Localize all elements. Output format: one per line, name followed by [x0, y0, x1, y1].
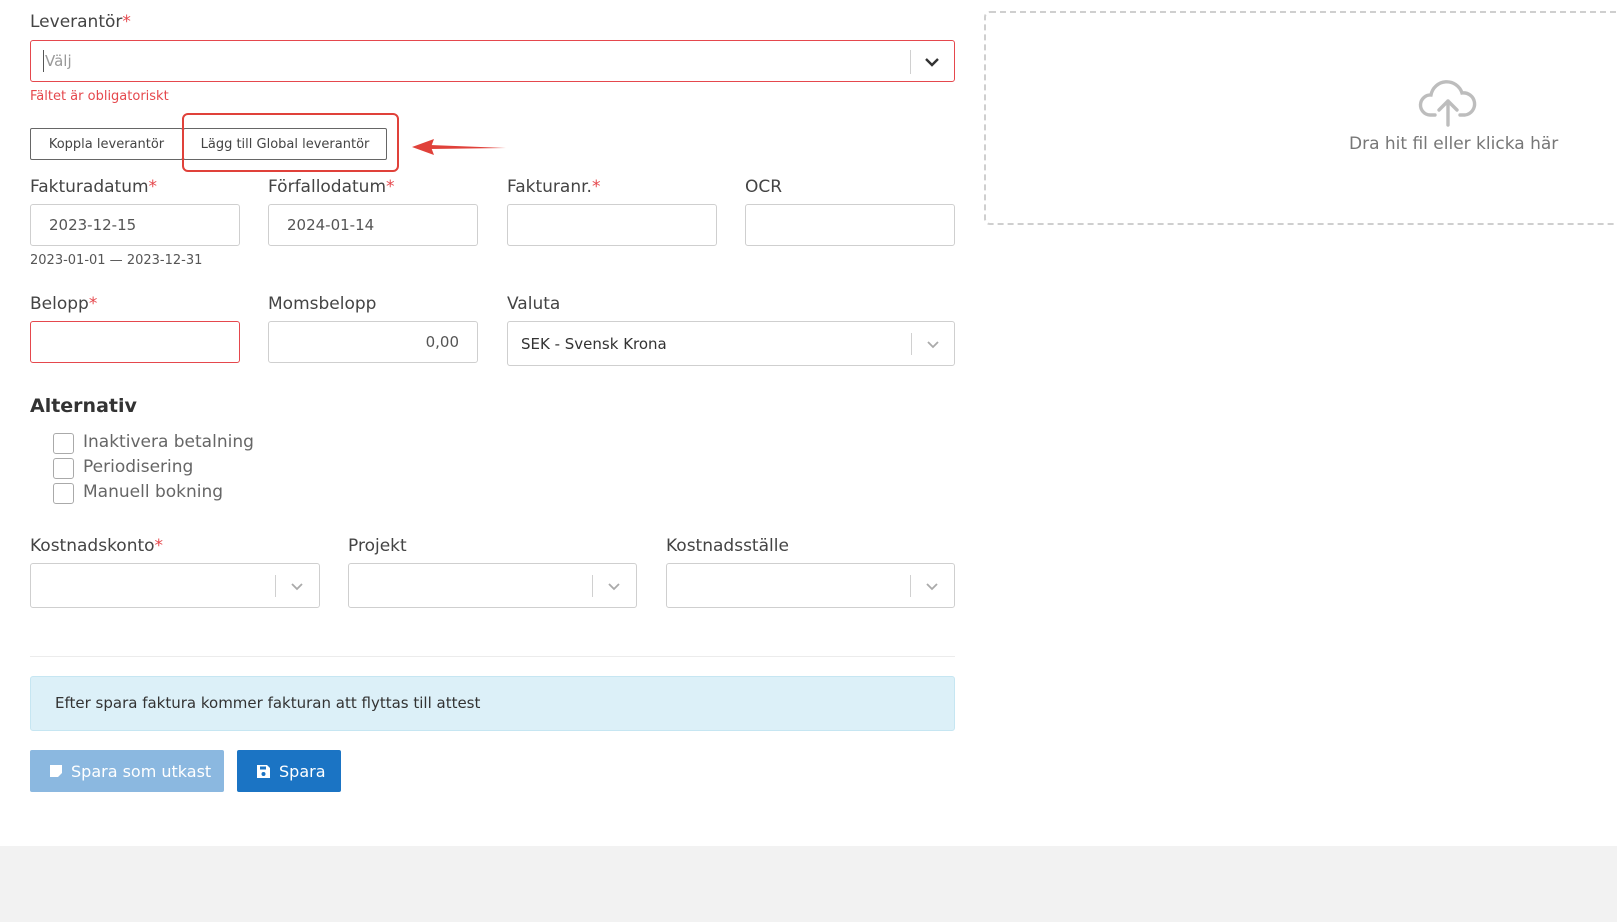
annotation-arrow-icon: [412, 139, 506, 155]
required-mark: *: [591, 177, 601, 197]
file-dropzone[interactable]: Dra hit fil eller klicka här: [984, 11, 1617, 225]
sticky-note-icon: [50, 765, 62, 777]
supplier-label-text: Leverantör: [30, 12, 123, 32]
required-mark: *: [122, 12, 131, 32]
floppy-disk-icon: [257, 764, 270, 778]
text-caret: [43, 50, 44, 72]
cost-account-label: Kostnadskonto*: [30, 536, 163, 556]
manual-booking-checkbox[interactable]: [53, 483, 74, 504]
supplier-label: Leverantör*: [30, 12, 131, 32]
project-label: Projekt: [348, 536, 407, 556]
amount-label: Belopp*: [30, 294, 97, 314]
date-range-hint: 2023-01-01 — 2023-12-31: [30, 253, 203, 268]
currency-value: SEK - Svensk Krona: [521, 335, 667, 353]
vat-amount-label: Momsbelopp: [268, 294, 377, 314]
ocr-label: OCR: [745, 177, 783, 197]
due-date-label-text: Förfallodatum: [268, 177, 387, 197]
invoice-number-input[interactable]: [507, 204, 717, 246]
manual-booking-label[interactable]: Manuell bokning: [83, 482, 223, 502]
currency-label: Valuta: [507, 294, 561, 314]
due-date-value: 2024-01-14: [287, 216, 375, 234]
supplier-error-message: Fältet är obligatoriskt: [30, 89, 169, 104]
accrual-label[interactable]: Periodisering: [83, 457, 193, 477]
dropzone-text: Dra hit fil eller klicka här: [1349, 134, 1559, 154]
divider: [30, 656, 955, 657]
connect-supplier-button[interactable]: Koppla leverantör: [30, 128, 183, 160]
info-alert-text: Efter spara faktura kommer fakturan att …: [55, 694, 481, 712]
cost-account-select[interactable]: [30, 563, 320, 608]
supplier-placeholder: Välj: [45, 52, 72, 70]
cost-account-label-text: Kostnadskonto: [30, 536, 155, 556]
currency-select[interactable]: SEK - Svensk Krona: [507, 321, 955, 366]
info-alert: Efter spara faktura kommer fakturan att …: [30, 676, 955, 731]
chevron-down-icon[interactable]: [924, 55, 940, 69]
select-separator: [910, 50, 911, 74]
invoice-date-label-text: Fakturadatum: [30, 177, 149, 197]
invoice-date-value: 2023-12-15: [49, 216, 137, 234]
required-mark: *: [88, 294, 98, 314]
save-label: Spara: [279, 761, 326, 781]
chevron-down-icon[interactable]: [925, 338, 941, 350]
amount-label-text: Belopp: [30, 294, 89, 314]
save-button[interactable]: Spara: [237, 750, 341, 792]
select-separator: [910, 575, 911, 597]
supplier-select[interactable]: Välj: [30, 40, 955, 82]
save-draft-button[interactable]: Spara som utkast: [30, 750, 224, 792]
select-separator: [275, 575, 276, 597]
save-draft-label: Spara som utkast: [71, 761, 212, 781]
amount-input[interactable]: [30, 321, 240, 363]
options-heading: Alternativ: [30, 395, 137, 417]
select-separator: [911, 333, 912, 355]
invoice-date-label: Fakturadatum*: [30, 177, 157, 197]
invoice-number-label: Fakturanr.*: [507, 177, 600, 197]
due-date-input[interactable]: 2024-01-14: [268, 204, 478, 246]
chevron-down-icon[interactable]: [606, 580, 622, 592]
vat-amount-input[interactable]: 0,00: [268, 321, 478, 363]
invoice-number-label-text: Fakturanr.: [507, 177, 592, 197]
required-mark: *: [148, 177, 158, 197]
due-date-label: Förfallodatum*: [268, 177, 395, 197]
disable-payment-label[interactable]: Inaktivera betalning: [83, 432, 254, 452]
chevron-down-icon[interactable]: [924, 580, 940, 592]
cost-center-select[interactable]: [666, 563, 955, 608]
cost-center-label: Kostnadsställe: [666, 536, 789, 556]
required-mark: *: [386, 177, 395, 197]
ocr-input[interactable]: [745, 204, 955, 246]
accrual-checkbox[interactable]: [53, 458, 74, 479]
cloud-upload-icon: [1418, 80, 1477, 127]
required-mark: *: [154, 536, 164, 556]
project-select[interactable]: [348, 563, 637, 608]
invoice-date-input[interactable]: 2023-12-15: [30, 204, 240, 246]
chevron-down-icon[interactable]: [289, 580, 305, 592]
highlight-box: [182, 113, 399, 172]
disable-payment-checkbox[interactable]: [53, 433, 74, 454]
invoice-form-page: Leverantör* Välj Fältet är obligatoriskt…: [0, 0, 1617, 846]
vat-amount-value: 0,00: [425, 333, 459, 351]
select-separator: [592, 575, 593, 597]
